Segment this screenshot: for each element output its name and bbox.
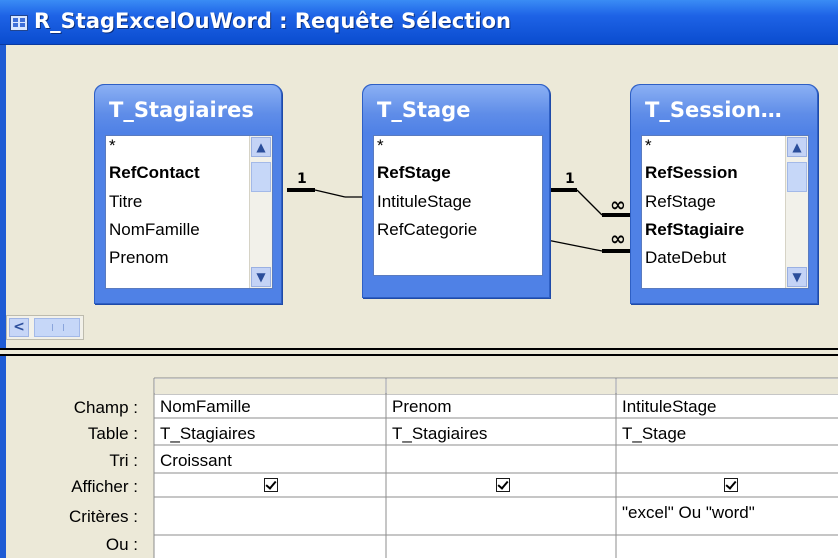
cell-criteres[interactable]: "excel" Ou "word" (617, 503, 838, 526)
row-label-ou: Ou : (105, 535, 138, 554)
cell-ou[interactable] (617, 535, 838, 558)
cell-champ[interactable]: Prenom (387, 397, 615, 420)
cell-ou[interactable] (387, 535, 615, 558)
cell-champ[interactable]: NomFamille (155, 397, 385, 420)
cell-tri[interactable]: Croissant (155, 451, 385, 474)
show-checkbox[interactable] (496, 478, 510, 492)
cell-champ[interactable]: IntituleStage (617, 397, 838, 420)
cell-tri[interactable] (387, 451, 615, 474)
cell-table[interactable]: T_Stage (617, 424, 838, 447)
cell-tri[interactable] (617, 451, 838, 474)
row-label-criteres: Critères : (69, 507, 138, 526)
cell-criteres[interactable] (155, 503, 385, 526)
query-design-grid (153, 377, 838, 558)
cell-ou[interactable] (155, 535, 385, 558)
cell-criteres[interactable] (387, 503, 615, 526)
row-label-afficher: Afficher : (71, 477, 138, 496)
row-label-champ: Champ : (73, 398, 138, 417)
show-checkbox[interactable] (264, 478, 278, 492)
show-checkbox[interactable] (724, 478, 738, 492)
row-label-tri: Tri : (109, 451, 138, 470)
row-label-table: Table : (87, 424, 138, 443)
cell-table[interactable]: T_Stagiaires (387, 424, 615, 447)
cell-table[interactable]: T_Stagiaires (155, 424, 385, 447)
